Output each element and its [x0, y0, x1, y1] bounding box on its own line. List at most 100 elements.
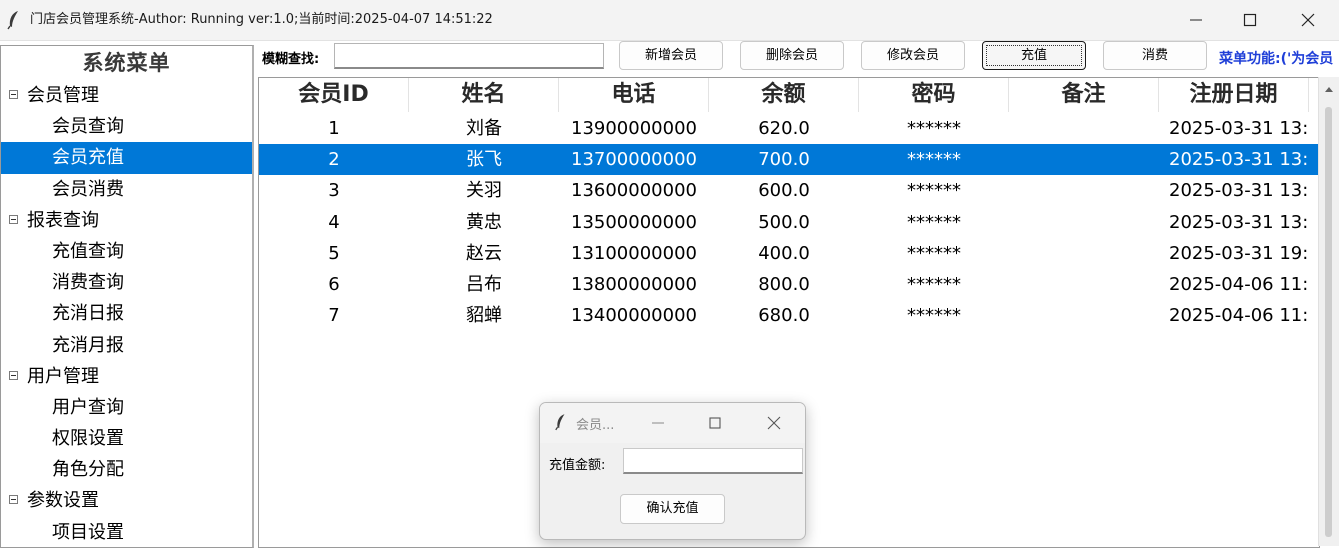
minimize-icon [1190, 19, 1202, 21]
cell-balance: 500.0 [758, 211, 810, 233]
scrollbar-thumb[interactable] [1325, 107, 1332, 537]
menu-group-member[interactable]: 会员管理 [1, 80, 252, 111]
menu-group-label: 用户管理 [27, 365, 99, 387]
close-icon[interactable] [766, 415, 782, 431]
cell-name: 貂蝉 [466, 305, 502, 327]
table-row[interactable]: 3 关羽 13600000000 600.0 ****** 2025-03-31 13: [259, 175, 1319, 206]
table-row[interactable]: 5 赵云 13100000000 400.0 ****** 2025-03-31 19: [259, 238, 1319, 269]
consume-button[interactable]: 消费 [1103, 41, 1207, 70]
recharge-button[interactable]: 充值 [982, 41, 1086, 70]
toolbar: 模糊查找: 新增会员 删除会员 修改会员 充值 消费 菜单功能:('为会员 [253, 40, 1339, 76]
menu-group-settings[interactable]: 参数设置 [1, 485, 252, 516]
menu-item-recharge-query[interactable]: 充值查询 [1, 236, 252, 267]
column-header-remark[interactable]: 备注 [1009, 78, 1159, 112]
column-header-register-date[interactable]: 注册日期 [1159, 78, 1309, 112]
cell-id: 1 [328, 118, 340, 139]
column-header-password[interactable]: 密码 [859, 78, 1009, 112]
menu-item-member-query[interactable]: 会员查询 [1, 111, 252, 142]
cell-password: ****** [907, 242, 961, 264]
add-member-button[interactable]: 新增会员 [619, 41, 723, 70]
table-scrollbar[interactable] [1318, 77, 1339, 546]
cell-register-date: 2025-03-31 13: [1169, 211, 1309, 233]
table-row[interactable]: 7 貂蝉 13400000000 680.0 ****** 2025-04-06 11: [259, 300, 1319, 331]
amount-input[interactable] [623, 448, 803, 474]
cell-remark [1009, 269, 1159, 300]
collapse-icon[interactable] [9, 214, 18, 224]
collapse-icon[interactable] [9, 370, 18, 380]
dialog-title: 会员... [576, 418, 615, 433]
collapse-icon[interactable] [9, 90, 18, 99]
menu-item-daily-report[interactable]: 充消日报 [1, 298, 252, 329]
cell-balance: 600.0 [758, 180, 810, 202]
table-row[interactable]: 1 刘备 13900000000 620.0 ****** 2025-03-31 13: [259, 113, 1319, 144]
column-header-balance[interactable]: 余额 [709, 78, 859, 112]
menu-group-label: 参数设置 [27, 490, 99, 512]
search-input[interactable] [334, 43, 604, 69]
minimize-button[interactable] [1167, 0, 1225, 40]
cell-remark [1009, 113, 1159, 144]
menu-item-project-settings[interactable]: 项目设置 [1, 517, 252, 547]
cell-remark [1009, 207, 1159, 238]
cell-id: 5 [328, 242, 340, 264]
cell-name: 刘备 [466, 118, 502, 139]
cell-register-date: 2025-03-31 13: [1169, 149, 1309, 171]
cell-id: 4 [328, 211, 340, 233]
cell-remark [1009, 175, 1159, 206]
menu-item-role-assign[interactable]: 角色分配 [1, 454, 252, 485]
column-header-name[interactable]: 姓名 [409, 78, 559, 112]
menu-group-users[interactable]: 用户管理 [1, 361, 252, 392]
close-button[interactable] [1279, 0, 1337, 40]
menu-group-label: 报表查询 [27, 209, 99, 231]
cell-phone: 13900000000 [571, 118, 697, 139]
menu-group-reports[interactable]: 报表查询 [1, 205, 252, 236]
menu-item-consume-query[interactable]: 消费查询 [1, 267, 252, 298]
cell-register-date: 2025-04-06 11: [1169, 273, 1309, 295]
amount-label: 充值金额: [549, 458, 606, 473]
cell-balance: 400.0 [758, 242, 810, 264]
table-row[interactable]: 2 张飞 13700000000 700.0 ****** 2025-03-31 13: [259, 144, 1319, 176]
edit-member-button[interactable]: 修改会员 [861, 41, 965, 70]
cell-name: 赵云 [466, 242, 502, 264]
collapse-icon[interactable] [9, 495, 18, 505]
recharge-dialog: 会员... 充值金额: 确认充值 [539, 402, 806, 540]
cell-password: ****** [907, 305, 961, 327]
menu-item-monthly-report[interactable]: 充消月报 [1, 330, 252, 361]
confirm-recharge-button[interactable]: 确认充值 [620, 494, 725, 524]
column-header-phone[interactable]: 电话 [559, 78, 709, 112]
cell-password: ****** [907, 211, 961, 233]
cell-password: ****** [907, 273, 961, 295]
menu-item-member-recharge[interactable]: 会员充值 [1, 142, 252, 174]
cell-register-date: 2025-03-31 13: [1169, 118, 1309, 139]
feather-icon [555, 414, 565, 431]
cell-remark [1009, 144, 1159, 175]
cell-balance: 620.0 [758, 118, 810, 139]
cell-register-date: 2025-04-06 11: [1169, 305, 1309, 327]
column-header-id[interactable]: 会员ID [259, 78, 409, 112]
menu-group-label: 会员管理 [27, 85, 99, 106]
dialog-titlebar: 会员... [540, 403, 805, 443]
table-row[interactable]: 6 吕布 13800000000 800.0 ****** 2025-04-06 11: [259, 269, 1319, 300]
table-header: 会员ID 姓名 电话 余额 密码 备注 注册日期 [259, 78, 1319, 112]
sidebar-menu: 系统菜单 会员管理 会员查询 会员充值 会员消费 报表查询 充值查询 消费查询 … [0, 45, 254, 548]
minimize-icon[interactable] [650, 415, 666, 431]
maximize-button[interactable] [1221, 0, 1279, 40]
menu-title: 系统菜单 [82, 51, 171, 75]
cell-phone: 13400000000 [571, 305, 697, 327]
delete-member-button[interactable]: 删除会员 [740, 41, 844, 70]
search-label: 模糊查找: [262, 52, 320, 67]
menu-function-text: 菜单功能:('为会员 [1219, 51, 1334, 67]
cell-balance: 800.0 [758, 273, 810, 295]
menu-item-member-consume[interactable]: 会员消费 [1, 174, 252, 205]
menu-item-user-query[interactable]: 用户查询 [1, 392, 252, 423]
close-icon [1301, 13, 1315, 27]
cell-id: 7 [328, 305, 340, 327]
cell-phone: 13100000000 [571, 242, 697, 264]
cell-register-date: 2025-03-31 13: [1169, 180, 1309, 202]
menu-item-permissions[interactable]: 权限设置 [1, 423, 252, 454]
maximize-icon[interactable] [707, 415, 723, 431]
cell-phone: 13500000000 [571, 211, 697, 233]
cell-id: 6 [328, 273, 340, 295]
scroll-up-icon[interactable] [1324, 85, 1334, 93]
table-row[interactable]: 4 黄忠 13500000000 500.0 ****** 2025-03-31 13: [259, 207, 1319, 238]
window-titlebar: 门店会员管理系统-Author: Running ver:1.0;当前时间:20… [0, 0, 1339, 41]
